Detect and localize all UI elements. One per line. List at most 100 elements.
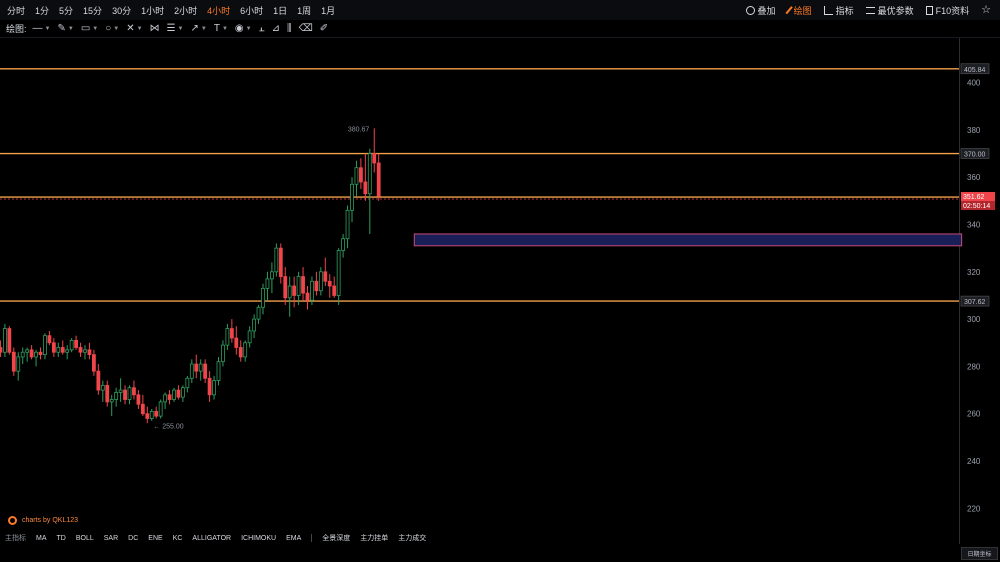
period-tab[interactable]: 15分 xyxy=(83,4,102,17)
candle-body xyxy=(225,328,230,346)
chevron-down-icon[interactable]: ▼ xyxy=(92,26,98,32)
indicator-dc[interactable]: DC xyxy=(128,535,138,542)
indicator-td[interactable]: TD xyxy=(57,535,66,542)
candle-body xyxy=(16,356,21,372)
candle-body xyxy=(65,349,70,353)
trash-tool[interactable]: ⌫ xyxy=(298,22,313,34)
period-tab[interactable]: 6小时 xyxy=(240,4,263,17)
chevron-down-icon[interactable]: ▼ xyxy=(246,26,252,32)
indicator-alligator[interactable]: ALLIGATOR xyxy=(192,535,231,542)
candle-body xyxy=(269,271,274,280)
candle-body xyxy=(341,238,346,251)
candle-body xyxy=(3,328,7,353)
pattern-tool[interactable]: ⋈ xyxy=(150,23,160,34)
period-tab[interactable]: 1日 xyxy=(273,4,287,17)
candle-body xyxy=(69,340,74,351)
indicator-ene[interactable]: ENE xyxy=(148,535,162,542)
candle-body xyxy=(154,410,159,417)
ellipse-tool[interactable]: ○ ▼ xyxy=(105,23,119,34)
favorite-button[interactable]: ☆ xyxy=(981,4,994,15)
level-price-label: 405.84 xyxy=(964,67,986,74)
text-tool[interactable]: T ▼ xyxy=(214,23,228,34)
high-price-annotation: 380.67 xyxy=(348,126,370,133)
sliders-button[interactable]: 最优参数 xyxy=(865,4,914,17)
candle-body xyxy=(345,209,350,240)
pencil-tool[interactable]: ✎ ▼ xyxy=(57,23,74,34)
y-tick-label: 320 xyxy=(967,268,981,277)
candle-body xyxy=(216,361,221,382)
indicator-ema[interactable]: EMA xyxy=(286,535,301,542)
candle-body xyxy=(114,392,119,400)
candle-body xyxy=(278,247,283,277)
period-tab[interactable]: 1周 xyxy=(297,4,311,17)
fibonacci-tool[interactable]: ☰ ▼ xyxy=(167,23,184,34)
chevron-down-icon[interactable]: ▼ xyxy=(113,26,119,32)
period-tab[interactable]: 1分 xyxy=(35,4,49,17)
indicator-ichimoku[interactable]: ICHIMOKU xyxy=(241,535,276,542)
indicator-list: MA TD BOLL SAR DC ENE KC ALLIGATOR ICHIMOKU EMA xyxy=(36,535,311,542)
period-tab[interactable]: 2小时 xyxy=(174,4,197,17)
indicator-sar[interactable]: SAR xyxy=(104,535,118,542)
indicator-bar: 主指标 MA TD BOLL SAR DC ENE KC ALLIGATOR ICHIMOKU E… xyxy=(0,532,960,544)
cross-tool[interactable]: ✕ ▼ xyxy=(126,23,143,34)
eye-tool[interactable]: ◉ ▼ xyxy=(235,23,252,34)
candle-body xyxy=(92,354,96,372)
drawing-toolbar-label: 绘图: xyxy=(6,24,27,34)
candle-body xyxy=(221,344,225,363)
candle-body xyxy=(372,153,377,164)
period-tab[interactable]: 1小时 xyxy=(141,4,164,17)
chart-tool-tool[interactable]: ⫠ xyxy=(258,22,265,34)
pen-button[interactable]: 绘图 xyxy=(785,4,812,17)
chevron-down-icon[interactable]: ▼ xyxy=(178,26,184,32)
candle-body xyxy=(136,394,141,405)
chevron-down-icon[interactable]: ▼ xyxy=(45,26,51,32)
y-tick-label: 280 xyxy=(967,362,981,371)
chevron-down-icon[interactable]: ▼ xyxy=(137,26,143,32)
rectangle-icon: ▭ xyxy=(80,22,91,34)
candle-body xyxy=(198,363,203,372)
indicator-kc[interactable]: KC xyxy=(173,535,183,542)
toolbar-item-label: 叠加 xyxy=(757,5,776,16)
candlestick-chart[interactable]: 2202402602803003203403603804002/412/912/… xyxy=(0,38,1000,544)
indicator-boll[interactable]: BOLL xyxy=(76,535,94,542)
chevron-down-icon[interactable]: ▼ xyxy=(201,26,207,32)
candle-body xyxy=(105,384,110,403)
indicator-ma[interactable]: MA xyxy=(36,535,47,542)
document-button[interactable]: F10资料 xyxy=(925,4,969,17)
bar-stats-tool[interactable]: ⫼ xyxy=(287,22,292,34)
candle-body xyxy=(172,389,176,400)
rectangle-tool[interactable]: ▭ ▼ xyxy=(80,22,98,34)
chart-tool-icon: ⫠ xyxy=(258,22,265,34)
price-zone-box xyxy=(413,233,963,247)
trend-button[interactable]: 指标 xyxy=(823,4,854,17)
extra-indicator[interactable]: 全景深度 xyxy=(322,533,350,543)
candle-body xyxy=(310,280,314,301)
measure-tool[interactable]: ⊿ xyxy=(272,23,280,34)
candle-body xyxy=(229,328,234,339)
candle-body xyxy=(25,349,30,353)
trash-icon: ⌫ xyxy=(298,22,313,34)
low-price-annotation: ← 255.00 xyxy=(153,424,183,431)
chevron-down-icon[interactable]: ▼ xyxy=(68,26,74,32)
extra-indicator[interactable]: 主力成交 xyxy=(398,533,426,543)
candle-body xyxy=(7,328,12,353)
layers-button[interactable]: 叠加 xyxy=(745,4,776,17)
date-axis-button[interactable]: 日期坐标 xyxy=(961,547,998,560)
period-tab[interactable]: 30分 xyxy=(112,4,131,17)
chart-branding: charts by QKL123 xyxy=(8,516,78,525)
pen-icon xyxy=(785,5,794,15)
candle-body xyxy=(207,377,212,396)
arrow-tool[interactable]: ↗ ▼ xyxy=(190,23,207,34)
candle-body xyxy=(203,363,208,379)
eraser-tool[interactable]: ✐ xyxy=(320,23,328,34)
horizontal-line-tool[interactable]: — ▼ xyxy=(33,23,51,34)
y-tick-label: 260 xyxy=(967,410,981,419)
period-tab[interactable]: 4小时 xyxy=(207,4,230,17)
period-tab[interactable]: 1月 xyxy=(321,4,335,17)
extra-indicator[interactable]: 主力挂单 xyxy=(360,533,388,543)
chevron-down-icon[interactable]: ▼ xyxy=(222,26,228,32)
period-tab[interactable]: 分时 xyxy=(7,4,25,17)
period-tab[interactable]: 5分 xyxy=(59,4,73,17)
bar-stats-icon: ⫼ xyxy=(287,22,292,34)
candle-body xyxy=(167,394,172,400)
